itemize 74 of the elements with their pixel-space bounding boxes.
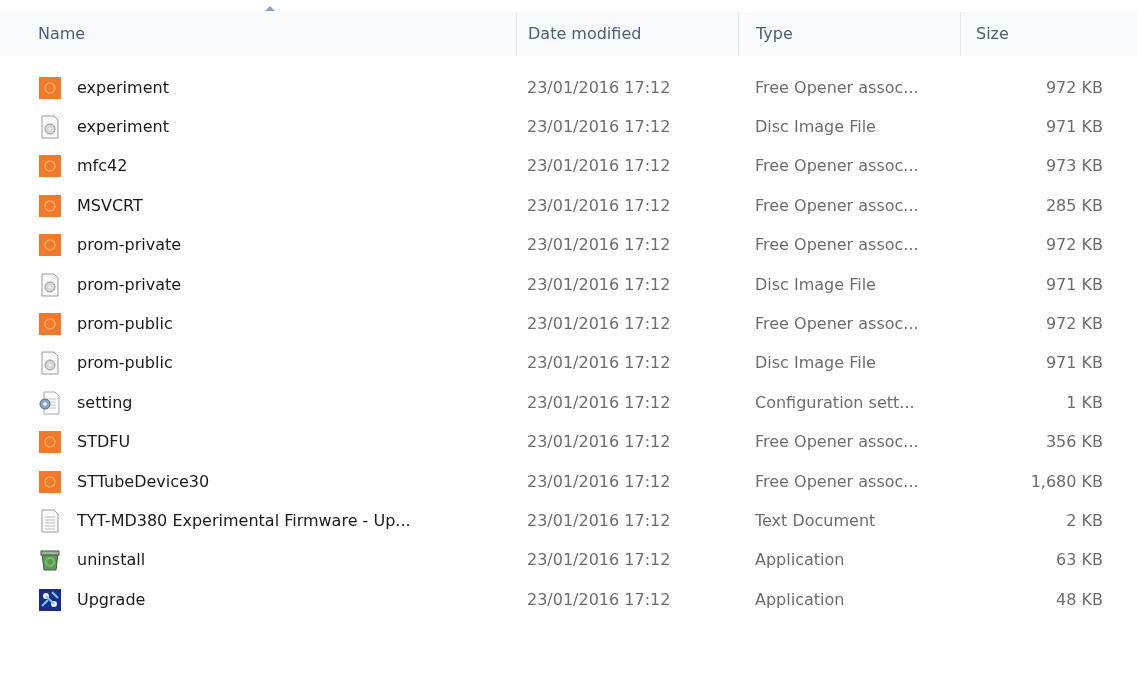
table-cell: Text Document [755, 511, 876, 530]
file-name[interactable]: prom-private [77, 272, 182, 297]
table-cell: Free Opener assoc... [755, 77, 919, 97]
table-cell: 48 KB [1056, 589, 1103, 609]
table-cell: 971 KB [1045, 274, 1103, 294]
table-cell: Free Opener assoc... [755, 195, 919, 215]
table-cell: 23/01/2016 17:12 [527, 274, 671, 294]
file-name[interactable]: Upgrade [77, 587, 146, 612]
table-cell: 1 KB [1066, 392, 1103, 412]
table-cell: 23/01/2016 17:12 [527, 195, 671, 215]
circle-tile-icon [38, 233, 62, 258]
disc-file-icon [38, 351, 62, 376]
column-header[interactable]: Size [976, 22, 1009, 46]
circle-tile-icon [38, 75, 62, 100]
table-cell: Configuration sett... [755, 392, 915, 412]
table-cell: Free Opener assoc... [755, 314, 919, 334]
table-cell: Application [755, 589, 845, 609]
file-name[interactable]: experiment [77, 75, 169, 100]
table-cell: 63 KB [1056, 550, 1103, 570]
disc-file-icon [38, 272, 62, 297]
table-cell: Disc Image File [755, 117, 876, 137]
circle-tile-icon [38, 469, 62, 494]
network-icon [38, 587, 62, 612]
file-name[interactable]: experiment [77, 115, 169, 140]
circle-tile-icon [38, 154, 62, 179]
circle-tile-icon [38, 312, 62, 337]
table-cell: 23/01/2016 17:12 [527, 471, 671, 491]
table-cell: 23/01/2016 17:12 [527, 77, 671, 97]
disc-file-icon [38, 115, 62, 140]
table-cell: Free Opener assoc... [755, 471, 919, 491]
table-cell: 356 KB [1045, 432, 1103, 452]
table-cell: 2 KB [1066, 511, 1103, 530]
table-cell: 23/01/2016 17:12 [527, 392, 671, 412]
table-cell: 973 KB [1045, 156, 1103, 176]
table-cell: 23/01/2016 17:12 [527, 511, 671, 530]
table-cell: Free Opener assoc... [755, 156, 919, 176]
table-cell: Free Opener assoc... [755, 235, 919, 255]
table-cell: Application [755, 550, 845, 570]
file-name[interactable]: mfc42 [77, 154, 128, 179]
file-name[interactable]: prom-public [77, 351, 173, 376]
table-cell: 23/01/2016 17:12 [527, 314, 671, 334]
file-name[interactable]: prom-public [77, 312, 173, 337]
table-cell: 23/01/2016 17:12 [527, 235, 671, 255]
table-cell: 285 KB [1045, 195, 1103, 215]
table-cell: 23/01/2016 17:12 [527, 550, 671, 570]
file-name[interactable]: MSVCRT [77, 193, 143, 218]
column-header[interactable]: Name [38, 22, 86, 46]
circle-tile-icon [38, 430, 62, 455]
file-name[interactable]: setting [77, 390, 133, 415]
table-cell: 23/01/2016 17:12 [527, 117, 671, 137]
table-cell: Disc Image File [755, 274, 876, 294]
gear-file-icon [38, 390, 62, 415]
file-name[interactable]: prom-private [77, 233, 182, 258]
file-name[interactable]: TYT-MD380 Experimental Firmware - Up... [77, 509, 411, 533]
file-name[interactable]: uninstall [77, 548, 146, 573]
recycle-bin-icon [38, 548, 62, 573]
file-name[interactable]: STDFU [77, 430, 131, 455]
table-cell: 23/01/2016 17:12 [527, 432, 671, 452]
table-cell: Free Opener assoc... [755, 432, 919, 452]
table-cell: 971 KB [1045, 353, 1103, 373]
table-cell: 972 KB [1045, 77, 1103, 97]
circle-tile-icon [38, 193, 62, 218]
table-cell: 23/01/2016 17:12 [527, 589, 671, 609]
table-cell: 1,680 KB [1030, 471, 1103, 491]
table-cell: 971 KB [1045, 117, 1103, 137]
table-cell: 23/01/2016 17:12 [527, 156, 671, 176]
column-header[interactable]: Date modified [528, 22, 642, 46]
text-file-icon [38, 509, 62, 533]
table-cell: Disc Image File [755, 353, 876, 373]
table-cell: 972 KB [1045, 235, 1103, 255]
file-name[interactable]: STTubeDevice30 [77, 469, 210, 494]
table-cell: 23/01/2016 17:12 [527, 353, 671, 373]
table-cell: 972 KB [1045, 314, 1103, 334]
column-header[interactable]: Type [756, 22, 793, 46]
